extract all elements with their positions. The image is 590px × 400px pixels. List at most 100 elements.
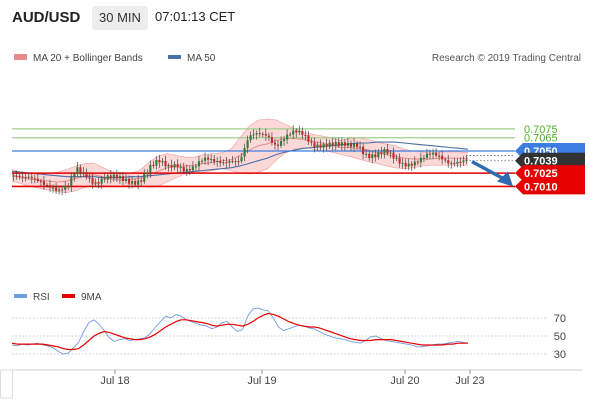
candle-body [459, 161, 462, 163]
bollinger-legend-label: MA 20 + Bollinger Bands [33, 53, 143, 64]
x-axis-tick-label: Jul 18 [100, 375, 129, 387]
candle-body [146, 172, 149, 175]
candle-body [270, 137, 273, 143]
candle-body [12, 175, 15, 177]
candle-body [170, 164, 173, 168]
candle-body [134, 181, 137, 185]
candle-body [313, 142, 316, 148]
candle-body [392, 152, 395, 159]
candle-body [465, 159, 468, 161]
candle-body [349, 142, 353, 147]
x-axis-tick-label: Jul 19 [247, 375, 276, 387]
candle-body [456, 161, 459, 164]
candle-body [295, 130, 298, 133]
candle-body [319, 144, 322, 148]
candle-body [185, 169, 188, 172]
candle-body [322, 144, 325, 148]
candle-body [258, 133, 261, 135]
candle-body [386, 149, 389, 154]
candle-body [337, 142, 340, 146]
candle-body [362, 146, 365, 155]
candle-body [340, 142, 343, 146]
price-chart: MA 20 + Bollinger Bands MA 50 Research ©… [11, 53, 585, 196]
candle-body [419, 157, 422, 163]
candle-body [389, 152, 392, 154]
x-axis-left-box [0, 369, 13, 399]
candle-body [273, 142, 277, 145]
candle-body [447, 160, 450, 164]
candle-body [109, 175, 112, 179]
candle-body [286, 134, 289, 140]
candle-body [85, 172, 88, 178]
candle-body [343, 142, 346, 146]
candle-body [42, 181, 45, 185]
rsi-ma-legend-swatch [62, 294, 75, 298]
candle-body [61, 189, 64, 191]
candle-body [240, 156, 243, 162]
candle-body [371, 154, 374, 159]
candle-body [365, 153, 368, 155]
candle-body [304, 134, 307, 136]
candle-body [45, 184, 49, 186]
candle-body [444, 159, 447, 161]
rsi-chart: RSI 9MA 30 50 70 Jul 18 Jul 19 Jul 20 Jul 23 [0, 292, 582, 399]
candle-body [173, 164, 176, 168]
candle-body [298, 130, 301, 133]
candle-body [435, 152, 438, 156]
support-level-label: 0.7025 [524, 168, 558, 180]
candle-body [413, 161, 416, 166]
candle-body [143, 174, 146, 182]
candle-body [51, 187, 55, 189]
rsi-tick-label: 50 [554, 331, 566, 343]
candle-body [131, 181, 134, 184]
candle-body [422, 157, 425, 159]
candle-body [48, 184, 52, 188]
candle-body [112, 174, 115, 179]
candle-body [213, 159, 216, 162]
candle-body [301, 130, 304, 135]
candle-body [374, 154, 377, 158]
candle-body [73, 174, 76, 178]
candle-body [377, 152, 380, 158]
candle-body [416, 161, 419, 163]
rsi-ma-legend-label: 9MA [81, 292, 102, 303]
copyright-text: Research © 2019 Trading Central [432, 53, 581, 64]
candle-body [431, 152, 435, 155]
candle-body [462, 160, 465, 163]
candle-body [267, 135, 270, 138]
candle-body [243, 148, 246, 157]
candle-body [255, 133, 258, 135]
rsi-tick-label: 70 [554, 313, 566, 325]
candle-body [231, 161, 234, 163]
candle-body [76, 167, 79, 175]
candle-body [39, 181, 42, 183]
candle-body [155, 159, 158, 166]
candle-body [292, 130, 295, 135]
candle-body [67, 185, 70, 187]
candle-body [203, 157, 207, 161]
ma50-legend-swatch [168, 55, 181, 59]
candle-body [91, 178, 94, 184]
candle-body [222, 162, 225, 164]
timestamp: 07:01:13 CET [155, 9, 236, 24]
candle-body [310, 141, 313, 143]
candle-body [124, 178, 128, 181]
candle-body [18, 175, 21, 177]
rsi-ma-line [11, 312, 468, 351]
candle-body [331, 142, 334, 146]
interval-badge[interactable]: 30 MIN [92, 6, 148, 30]
x-axis-tick-label: Jul 20 [390, 375, 419, 387]
bollinger-legend-swatch [14, 54, 27, 60]
target-level-label: 0.7065 [524, 133, 558, 145]
candle-body [88, 177, 91, 179]
candle-body [307, 135, 310, 142]
currency-pair-title: AUD/USD [12, 9, 81, 26]
candle-body [283, 139, 286, 142]
candle-body [438, 155, 441, 157]
candle-body [149, 164, 152, 173]
candle-body [118, 176, 121, 179]
candle-body [55, 187, 58, 191]
candle-body [276, 144, 280, 146]
candle-body [404, 162, 407, 167]
chart-header: AUD/USD 30 MIN 07:01:13 CET [0, 0, 590, 38]
